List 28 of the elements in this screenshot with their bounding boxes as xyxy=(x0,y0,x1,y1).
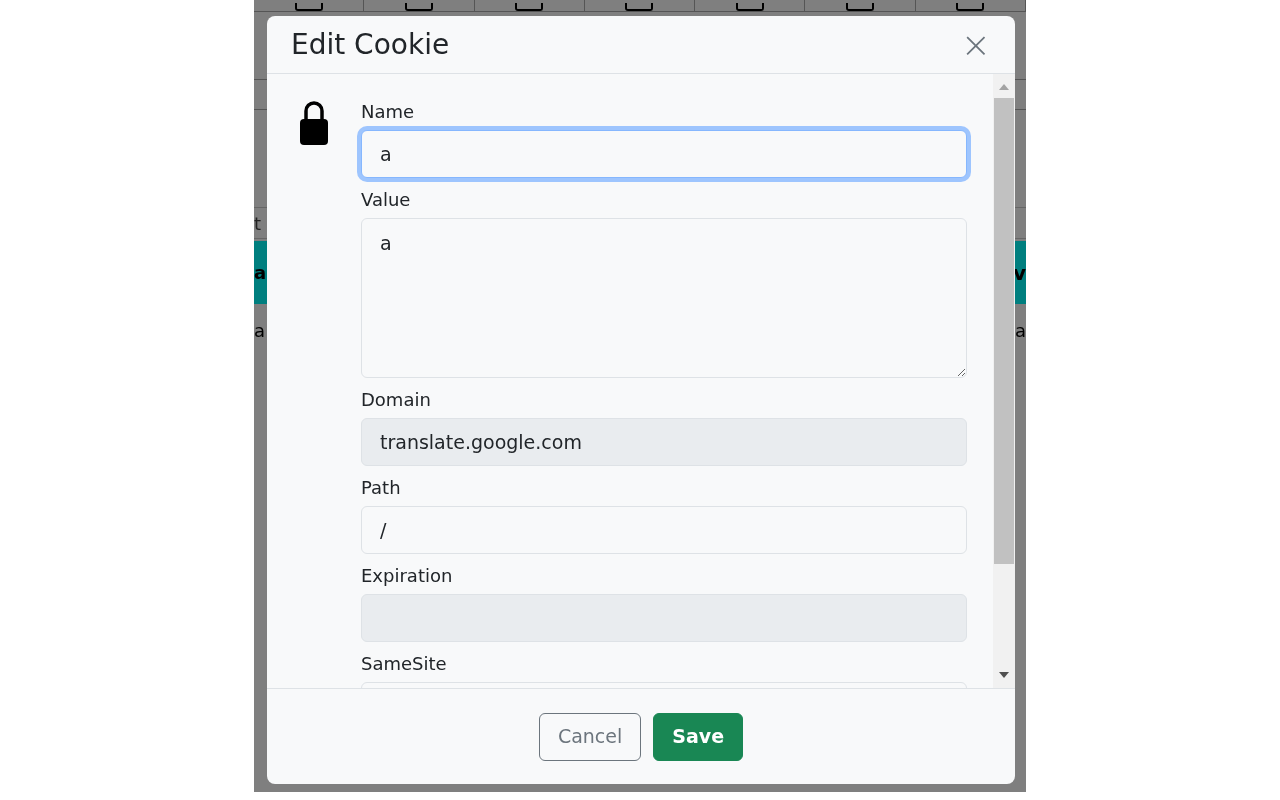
toolbar-icon[interactable] xyxy=(846,3,875,11)
value-textarea[interactable]: a xyxy=(361,218,967,378)
toolbar-icon[interactable] xyxy=(956,3,985,11)
field-label: Value xyxy=(361,188,412,212)
scrollbar-thumb[interactable] xyxy=(994,98,1014,564)
field-label: Name xyxy=(361,100,416,124)
toolbar-icon[interactable] xyxy=(515,3,544,11)
toolbar-icon[interactable] xyxy=(404,3,433,11)
padlock-icon xyxy=(298,100,329,146)
close-button[interactable]: × xyxy=(960,26,991,63)
table-cell-text: a xyxy=(254,318,266,343)
table-cell-text: a xyxy=(1014,318,1026,343)
toolbar-icon[interactable] xyxy=(735,3,764,11)
field-label: Path xyxy=(361,476,402,500)
text-field[interactable]: a xyxy=(361,130,967,178)
toolbar-icon[interactable] xyxy=(294,3,323,11)
column-header: a xyxy=(254,261,267,285)
cancel-button[interactable]: Cancel xyxy=(538,712,642,761)
scrollbar[interactable] xyxy=(993,74,1015,688)
field-label: Expiration xyxy=(361,564,454,588)
column-header: v xyxy=(1012,259,1026,287)
dialog-title: Edit Cookie xyxy=(291,26,450,63)
field-label: SameSite xyxy=(361,652,448,676)
backdrop-text: t xyxy=(254,211,262,236)
toolbar-icon[interactable] xyxy=(625,3,654,11)
save-button[interactable]: Save xyxy=(653,712,744,761)
field-label: Domain xyxy=(361,388,432,412)
text-field[interactable]: / xyxy=(361,506,967,554)
